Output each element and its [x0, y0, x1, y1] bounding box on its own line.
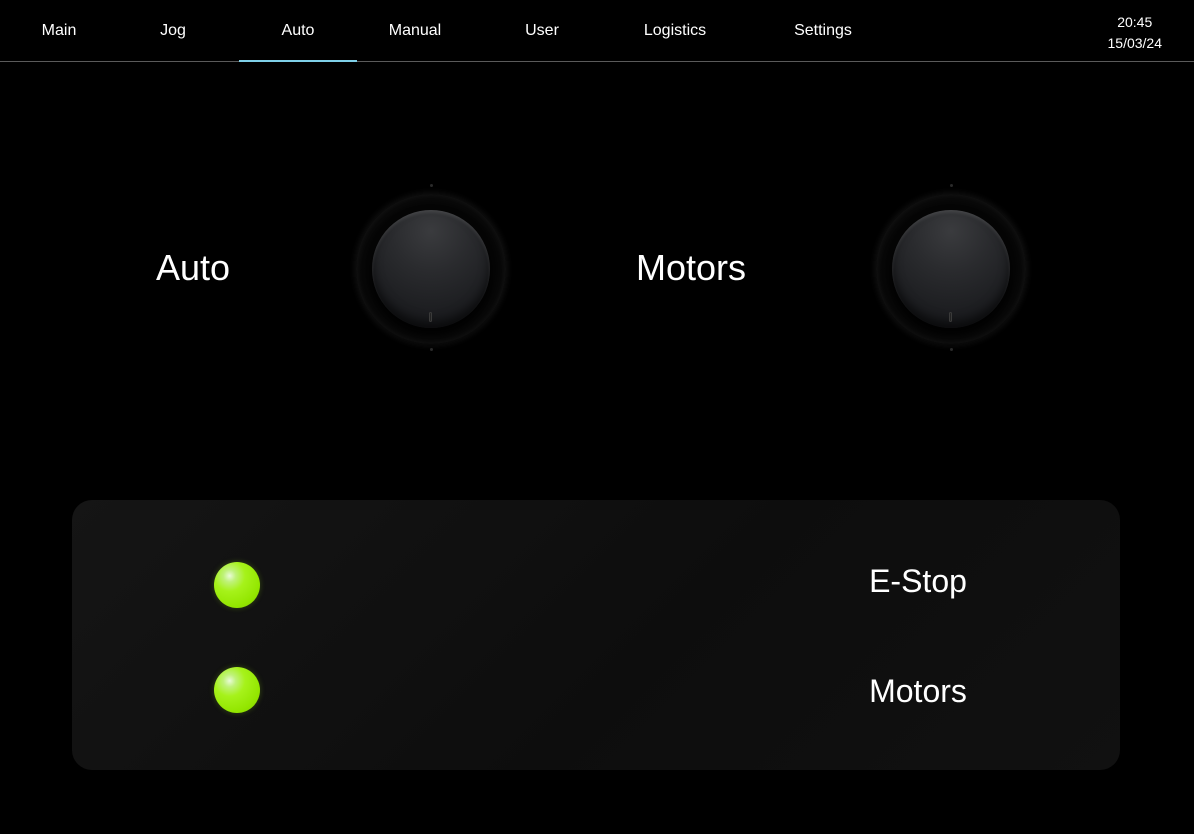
motors-rotary-switch[interactable]: [876, 184, 1026, 354]
tab-manual[interactable]: Manual: [370, 0, 460, 61]
clock: 20:45 15/03/24: [1108, 12, 1163, 54]
status-panel: E-Stop Motors: [72, 500, 1120, 770]
tab-settings[interactable]: Settings: [778, 0, 868, 61]
motors-indicator-label: Motors: [869, 673, 967, 709]
estop-indicator-label: E-Stop: [869, 563, 967, 599]
clock-time: 20:45: [1117, 14, 1153, 30]
auto-switch-label: Auto: [156, 247, 231, 288]
auto-rotary-switch[interactable]: [356, 184, 506, 354]
tab-user[interactable]: User: [502, 0, 582, 61]
switch-tick-top: [950, 184, 953, 187]
switch-tick-bottom: [430, 348, 433, 351]
hmi-screen: Main Jog Auto Manual User Logistics Sett…: [0, 0, 1194, 834]
clock-date: 15/03/24: [1107, 35, 1163, 51]
top-nav: Main Jog Auto Manual User Logistics Sett…: [0, 0, 1194, 62]
tab-jog[interactable]: Jog: [134, 0, 212, 61]
motors-switch-label: Motors: [636, 247, 747, 288]
auto-switch-knob[interactable]: [372, 210, 490, 328]
tab-auto[interactable]: Auto: [239, 0, 357, 62]
motors-indicator-lamp: [214, 667, 260, 713]
tab-main[interactable]: Main: [20, 0, 98, 61]
tab-logistics[interactable]: Logistics: [630, 0, 720, 61]
switch-indicator-mark: [429, 312, 432, 322]
estop-indicator-lamp: [214, 562, 260, 608]
motors-switch-knob[interactable]: [892, 210, 1010, 328]
switch-tick-bottom: [950, 348, 953, 351]
switch-indicator-mark: [949, 312, 952, 322]
switch-tick-top: [430, 184, 433, 187]
